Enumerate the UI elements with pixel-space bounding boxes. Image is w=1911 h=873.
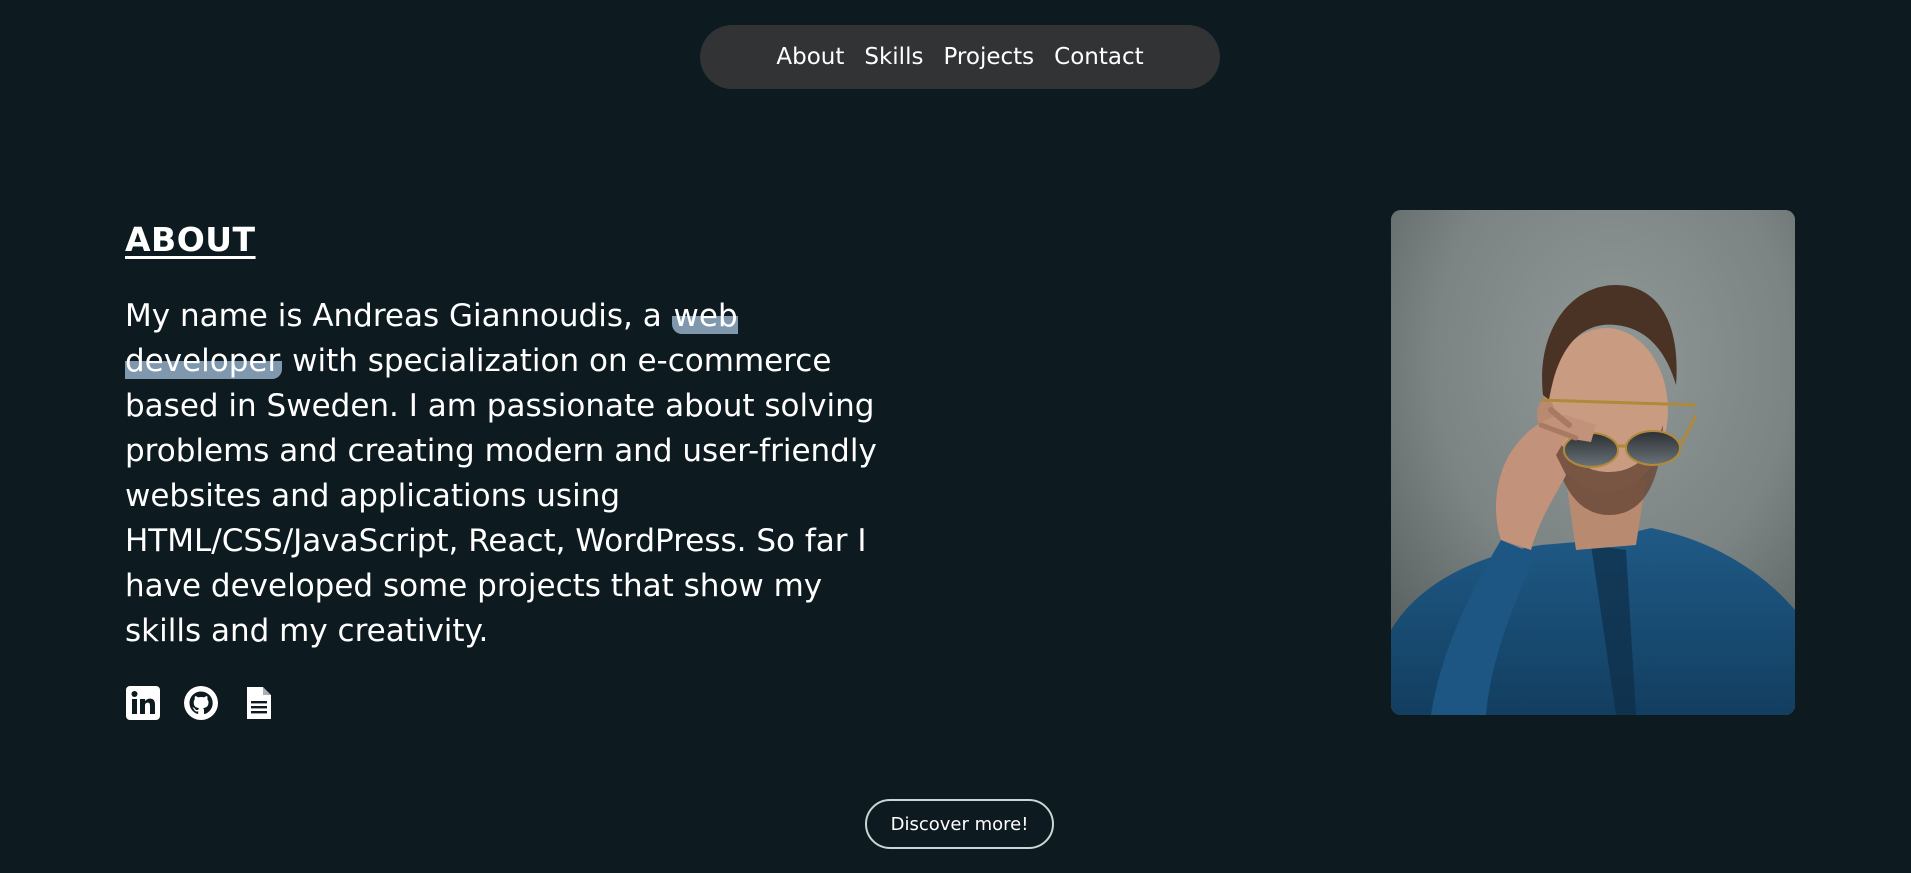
page: About Skills Projects Contact ABOUT My n… <box>0 0 1911 873</box>
document-icon[interactable] <box>241 685 277 721</box>
discover-more-button[interactable]: Discover more! <box>865 799 1054 849</box>
nav-item-projects[interactable]: Projects <box>943 44 1034 70</box>
linkedin-icon[interactable] <box>125 685 161 721</box>
nav-item-about[interactable]: About <box>776 44 844 70</box>
bio-suffix: with specialization on e-commerce based … <box>125 343 877 649</box>
about-bio: My name is Andreas Giannoudis, a web dev… <box>125 294 895 654</box>
profile-photo <box>1391 210 1795 715</box>
about-section: ABOUT My name is Andreas Giannoudis, a w… <box>125 220 895 721</box>
nav-item-contact[interactable]: Contact <box>1054 44 1143 70</box>
github-icon[interactable] <box>183 685 219 721</box>
bio-prefix: My name is Andreas Giannoudis, a <box>125 298 672 334</box>
social-links <box>125 685 895 721</box>
top-nav: About Skills Projects Contact <box>700 25 1220 89</box>
nav-item-skills[interactable]: Skills <box>864 44 923 70</box>
about-heading: ABOUT <box>125 220 256 259</box>
